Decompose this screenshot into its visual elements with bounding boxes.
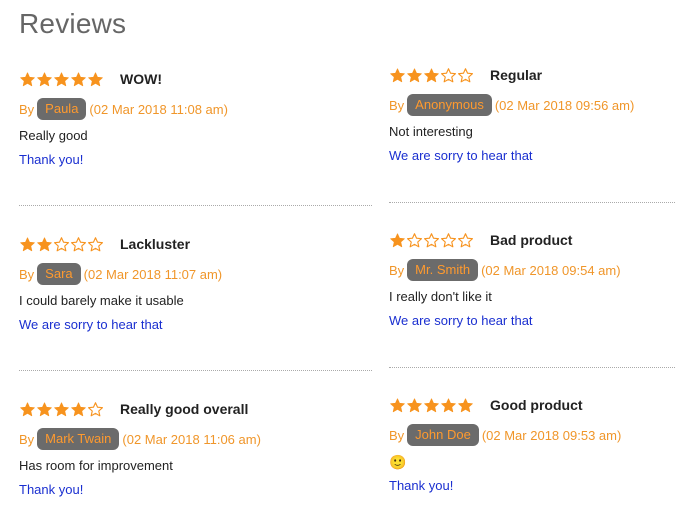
review-text: I could barely make it usable xyxy=(19,293,184,308)
star-filled-icon xyxy=(36,71,53,88)
divider xyxy=(389,367,675,368)
star-rating xyxy=(19,71,104,88)
star-filled-icon xyxy=(70,401,87,418)
by-label: By xyxy=(389,262,405,278)
review-date: (02 Mar 2018 11:06 am) xyxy=(122,431,261,447)
reply-link[interactable]: We are sorry to hear that xyxy=(389,148,675,166)
review-text: I really don't like it xyxy=(389,289,492,304)
author-badge: Anonymous xyxy=(407,94,492,116)
by-label: By xyxy=(389,97,405,113)
review-date: (02 Mar 2018 11:07 am) xyxy=(83,266,223,282)
review-text: Has room for improvement xyxy=(19,458,173,473)
review-date: (02 Mar 2018 09:54 am) xyxy=(481,262,621,278)
star-filled-icon xyxy=(457,397,474,414)
star-filled-icon xyxy=(19,71,36,88)
star-filled-icon xyxy=(423,397,440,414)
star-empty-icon xyxy=(70,236,87,253)
divider xyxy=(389,202,675,203)
reply-link[interactable]: Thank you! xyxy=(19,152,372,170)
star-empty-icon xyxy=(440,67,457,84)
star-empty-icon xyxy=(440,232,457,249)
review-title: Bad product xyxy=(490,232,573,248)
review-text: Really good xyxy=(19,128,88,143)
review-item: Really good overall By Mark Twain (02 Ma… xyxy=(19,398,372,500)
author-badge: Paula xyxy=(37,98,87,120)
page-title: Reviews xyxy=(19,8,127,39)
star-empty-icon xyxy=(87,236,104,253)
star-rating xyxy=(389,232,474,249)
by-label: By xyxy=(19,266,35,282)
author-badge: Sara xyxy=(37,263,81,285)
by-label: By xyxy=(389,427,405,443)
star-filled-icon xyxy=(389,67,406,84)
reply-link[interactable]: Thank you! xyxy=(389,478,675,496)
star-rating xyxy=(19,401,104,418)
star-filled-icon xyxy=(19,236,36,253)
review-item: Good product By John Doe (02 Mar 2018 09… xyxy=(389,394,675,496)
star-filled-icon xyxy=(53,71,70,88)
author-badge: Mark Twain xyxy=(37,428,120,450)
review-title: Really good overall xyxy=(120,401,249,417)
star-empty-icon xyxy=(87,401,104,418)
star-filled-icon xyxy=(36,236,53,253)
star-filled-icon xyxy=(406,397,423,414)
by-label: By xyxy=(19,101,35,117)
review-date: (02 Mar 2018 09:56 am) xyxy=(494,97,635,113)
review-date: (02 Mar 2018 11:08 am) xyxy=(89,101,228,117)
review-item: Lackluster By Sara (02 Mar 2018 11:07 am… xyxy=(19,233,372,335)
star-filled-icon xyxy=(70,71,87,88)
star-filled-icon xyxy=(423,67,440,84)
star-filled-icon xyxy=(53,401,70,418)
star-filled-icon xyxy=(87,71,104,88)
reply-link[interactable]: We are sorry to hear that xyxy=(19,317,372,335)
star-empty-icon xyxy=(53,236,70,253)
author-badge: John Doe xyxy=(407,424,479,446)
star-filled-icon xyxy=(389,397,406,414)
reply-link[interactable]: We are sorry to hear that xyxy=(389,313,675,331)
star-rating xyxy=(389,67,474,84)
review-item: Regular By Anonymous (02 Mar 2018 09:56 … xyxy=(389,64,675,166)
divider xyxy=(19,205,372,206)
review-date: (02 Mar 2018 09:53 am) xyxy=(481,427,622,443)
star-empty-icon xyxy=(423,232,440,249)
by-label: By xyxy=(19,431,35,447)
review-item: Bad product By Mr. Smith (02 Mar 2018 09… xyxy=(389,229,675,331)
reply-link[interactable]: Thank you! xyxy=(19,482,372,500)
review-item: WOW! By Paula (02 Mar 2018 11:08 am) Rea… xyxy=(19,68,372,170)
star-empty-icon xyxy=(457,67,474,84)
review-title: Good product xyxy=(490,397,583,413)
star-filled-icon xyxy=(406,67,423,84)
review-text: Not interesting xyxy=(389,124,473,139)
author-badge: Mr. Smith xyxy=(407,259,479,281)
review-text: 🙂 xyxy=(389,454,407,470)
star-filled-icon xyxy=(36,401,53,418)
star-empty-icon xyxy=(457,232,474,249)
review-title: Regular xyxy=(490,67,543,83)
star-rating xyxy=(389,397,474,414)
star-filled-icon xyxy=(440,397,457,414)
star-rating xyxy=(19,236,104,253)
review-title: Lackluster xyxy=(120,236,191,252)
star-empty-icon xyxy=(406,232,423,249)
star-filled-icon xyxy=(19,401,36,418)
review-title: WOW! xyxy=(120,71,162,87)
divider xyxy=(19,370,372,371)
star-filled-icon xyxy=(389,232,406,249)
